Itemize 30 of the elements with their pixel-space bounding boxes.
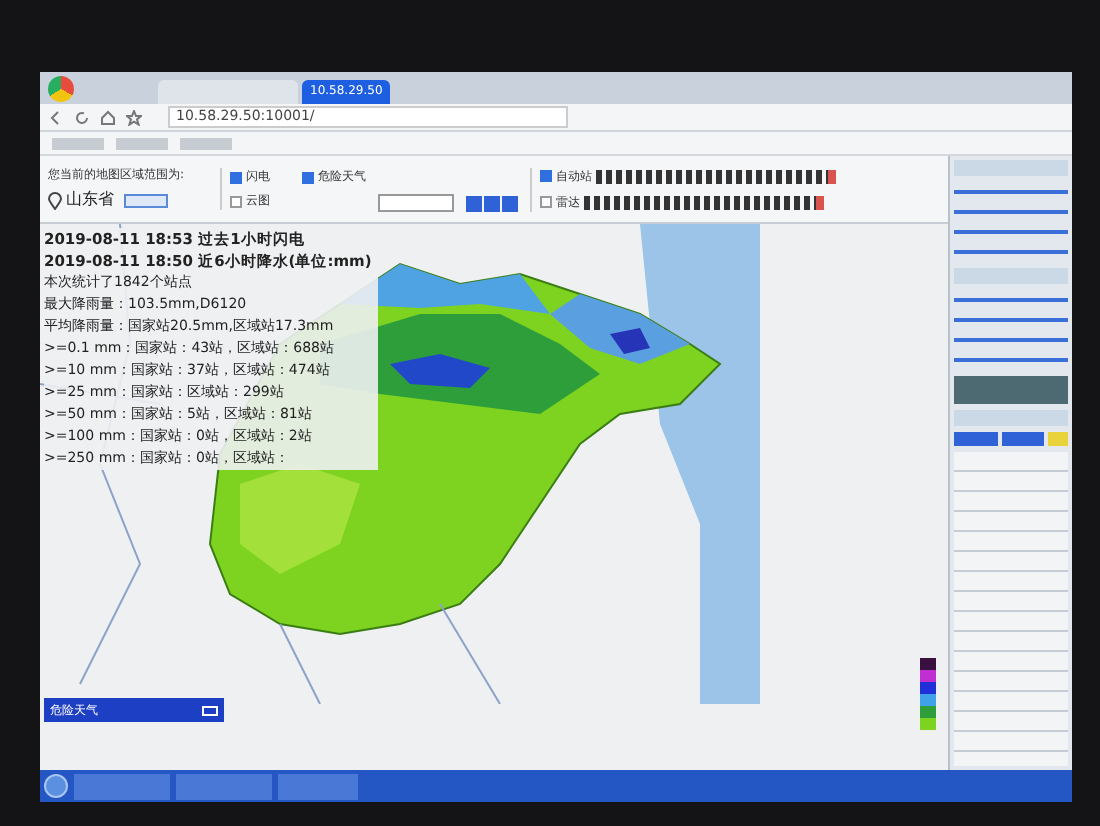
location-pin-icon [48, 191, 62, 209]
timeline-bar[interactable] [584, 195, 824, 209]
taskbar-item[interactable] [176, 773, 272, 799]
home-icon[interactable] [100, 109, 116, 125]
browser-logo-icon[interactable] [48, 76, 74, 102]
panel-header [954, 268, 1068, 284]
legend-color-bar [920, 658, 936, 730]
bookmark-item[interactable] [116, 137, 168, 149]
panel-header [954, 160, 1068, 176]
checkbox[interactable] [302, 171, 314, 183]
window-icon[interactable] [202, 705, 218, 715]
province-name: 山东省 [66, 188, 114, 212]
taskbar-item[interactable] [74, 773, 170, 799]
panel-header [954, 376, 1068, 404]
bookmark-item[interactable] [180, 137, 232, 149]
checkbox[interactable] [540, 170, 552, 182]
start-button[interactable] [44, 774, 68, 798]
checkbox[interactable] [540, 196, 552, 208]
switch-map-button[interactable] [124, 193, 168, 207]
reload-icon[interactable] [74, 109, 90, 125]
radar-select[interactable] [378, 194, 454, 212]
star-icon[interactable] [126, 109, 142, 125]
timeline-bar[interactable] [596, 169, 836, 183]
back-icon[interactable] [48, 109, 64, 125]
taskbar-item[interactable] [278, 773, 358, 799]
next-button[interactable] [1001, 432, 1044, 446]
bookmark-item[interactable] [52, 137, 104, 149]
checkbox[interactable] [230, 171, 242, 183]
panel-header [954, 410, 1068, 426]
checkbox[interactable] [230, 195, 242, 207]
